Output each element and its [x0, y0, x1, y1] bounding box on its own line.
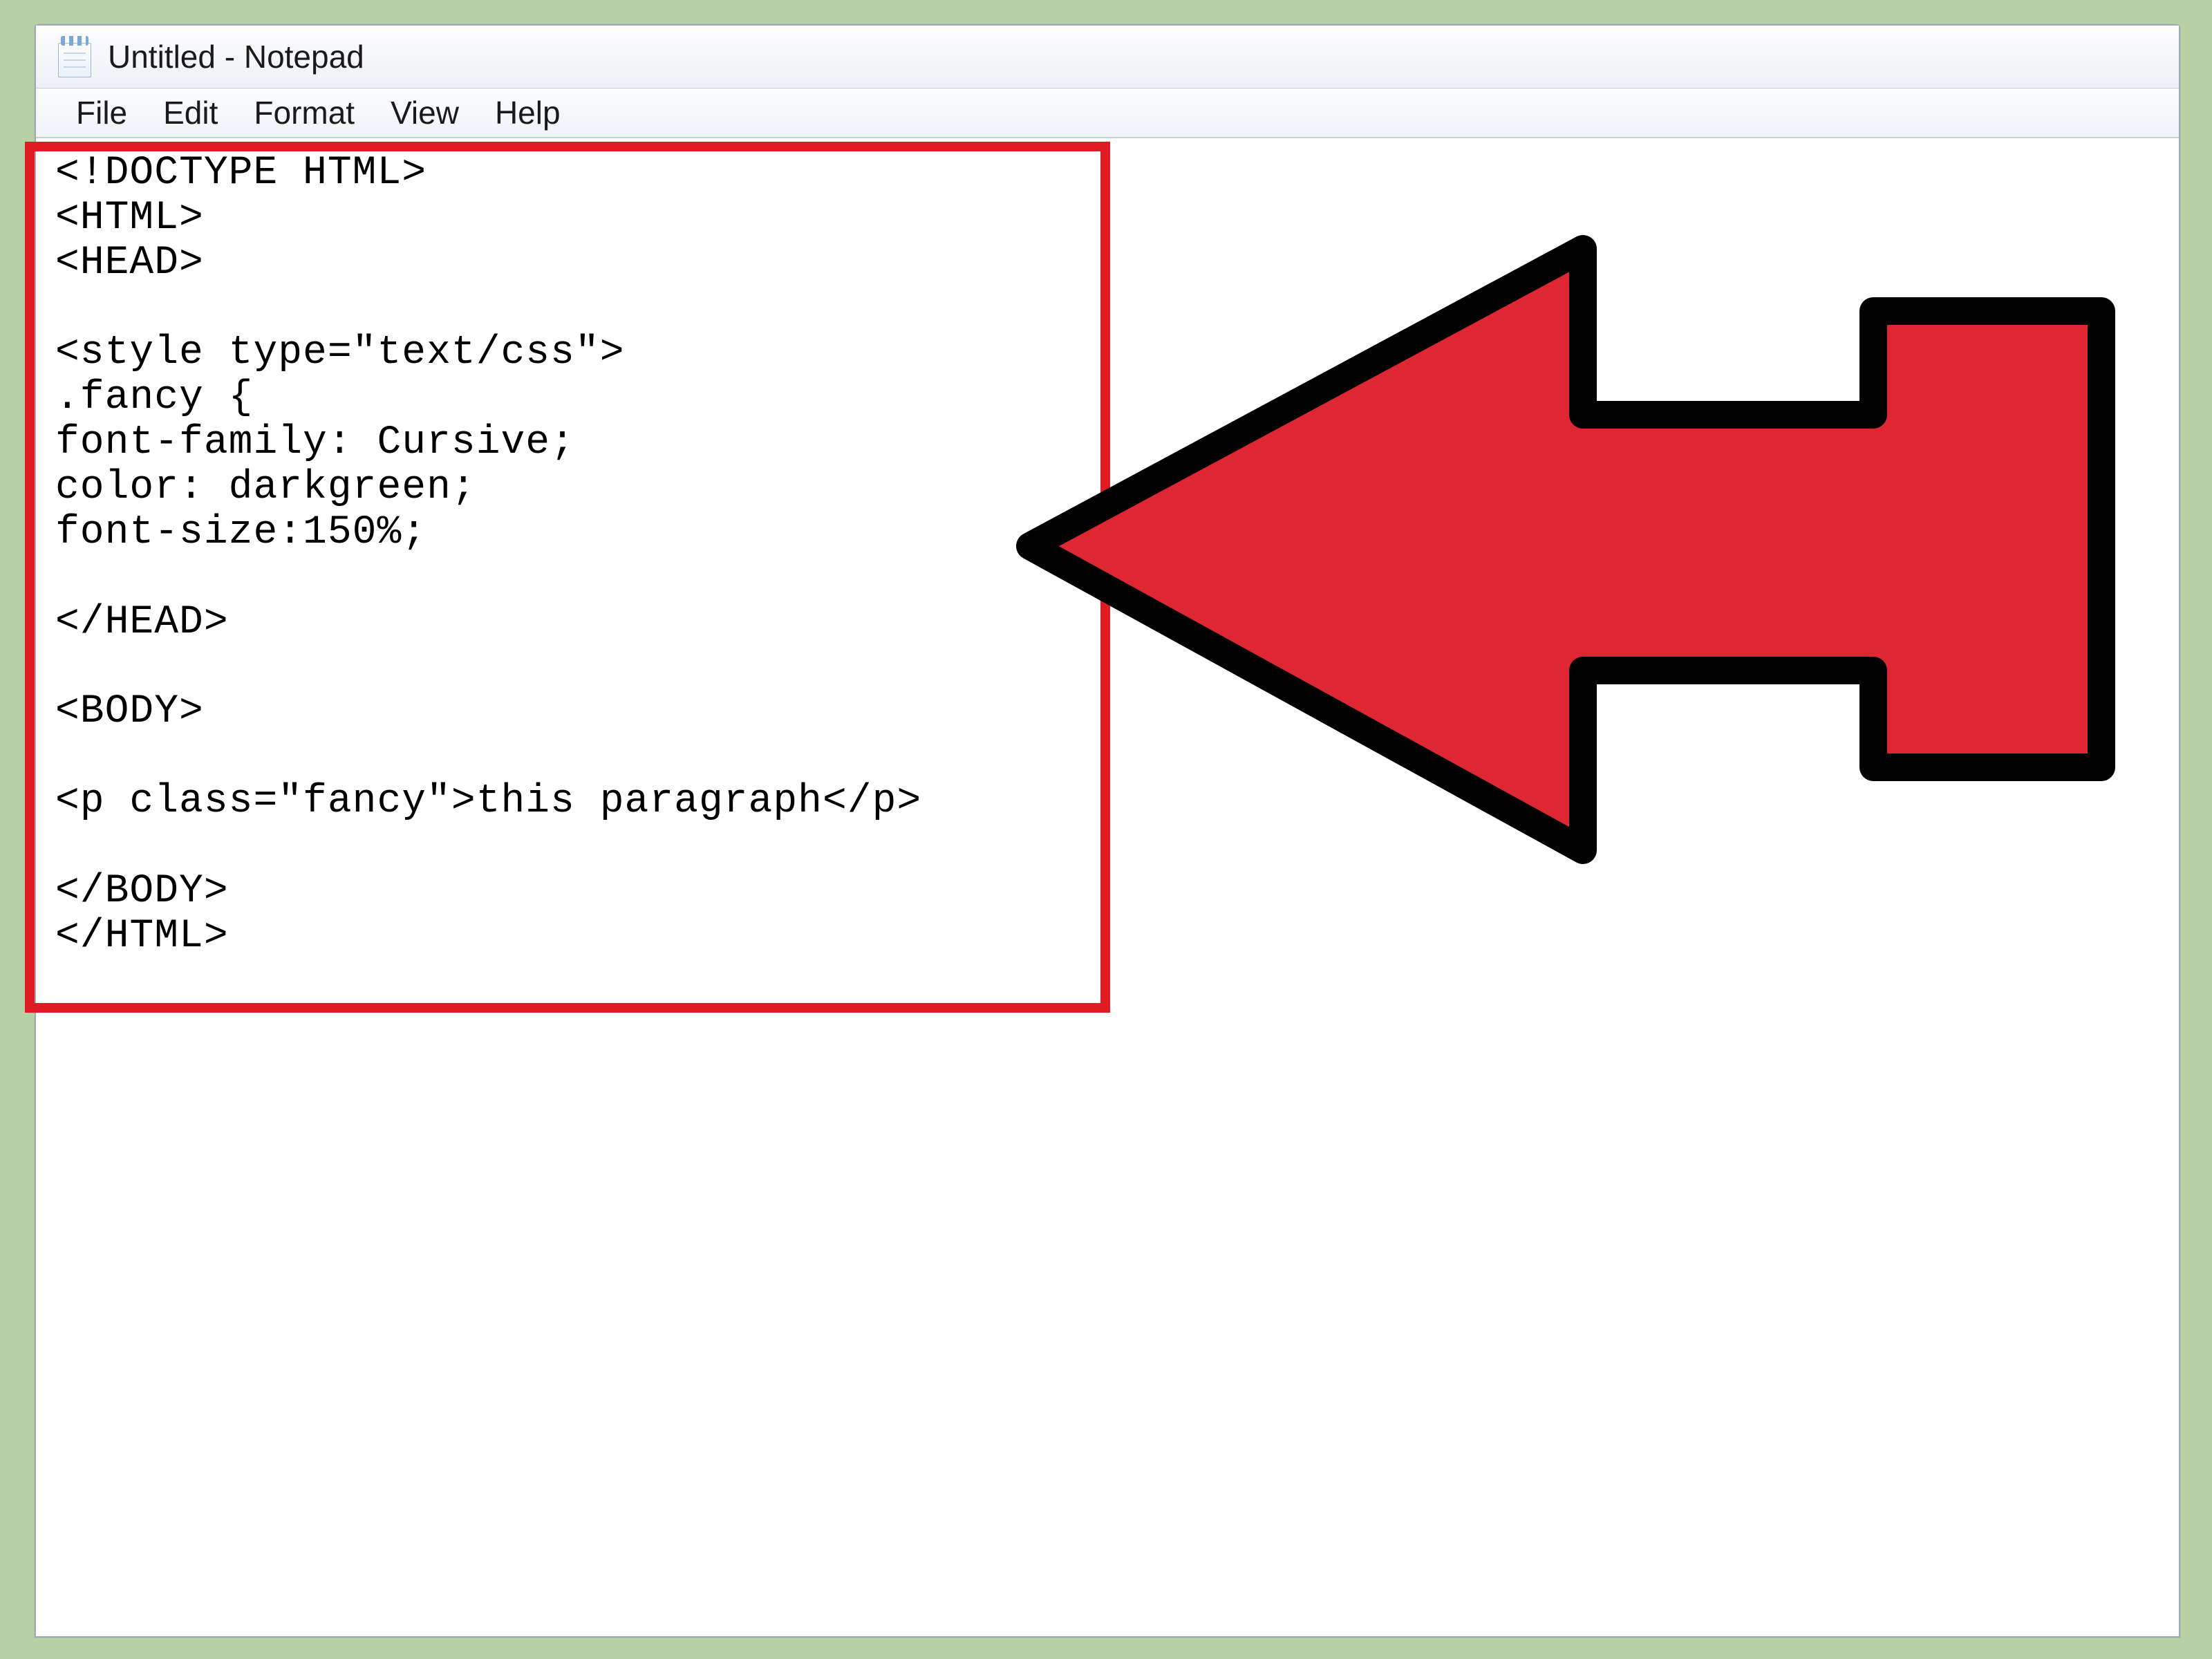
- menu-format[interactable]: Format: [254, 94, 355, 131]
- notepad-window: Untitled - Notepad File Edit Format View…: [35, 24, 2180, 1638]
- menubar: File Edit Format View Help: [36, 88, 2179, 138]
- window-title: Untitled - Notepad: [108, 38, 364, 75]
- menu-edit[interactable]: Edit: [163, 94, 218, 131]
- menu-file[interactable]: File: [76, 94, 127, 131]
- menu-view[interactable]: View: [391, 94, 459, 131]
- editor-text[interactable]: <!DOCTYPE HTML> <HTML> <HEAD> <style typ…: [40, 139, 2175, 972]
- notepad-icon: [57, 36, 93, 77]
- menu-help[interactable]: Help: [495, 94, 561, 131]
- titlebar[interactable]: Untitled - Notepad: [36, 26, 2179, 88]
- editor-area[interactable]: <!DOCTYPE HTML> <HTML> <HEAD> <style typ…: [40, 139, 2175, 1632]
